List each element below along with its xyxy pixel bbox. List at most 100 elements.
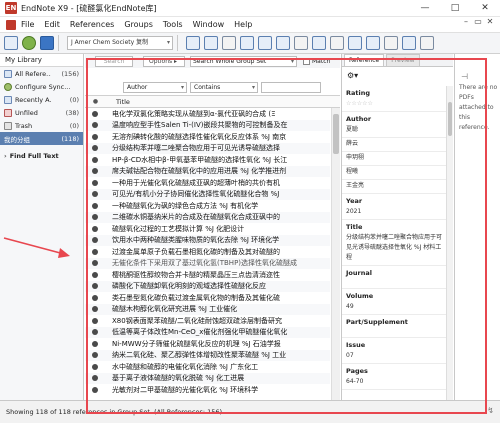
reference-panel-scrollbar[interactable] <box>446 86 453 400</box>
menu-references[interactable]: References <box>70 20 114 29</box>
read-status-dot-icon[interactable] <box>92 122 98 129</box>
sidebar-item-trash[interactable]: Trash (0) <box>0 119 83 132</box>
read-status-dot-icon[interactable] <box>92 375 98 382</box>
menu-window[interactable]: Window <box>193 20 225 29</box>
read-status-column-header[interactable]: ● <box>90 98 101 105</box>
read-status-dot-icon[interactable] <box>92 329 98 336</box>
read-status-dot-icon[interactable] <box>92 156 98 163</box>
field-value[interactable]: 薛云 <box>342 138 446 152</box>
search-field-select[interactable]: Author <box>123 81 187 93</box>
menu-groups[interactable]: Groups <box>124 20 153 29</box>
layout-toggle-icon[interactable]: ↯ <box>487 406 494 415</box>
sidebar-item-recently-added[interactable]: Recently A... (0) <box>0 93 83 106</box>
online-search-icon[interactable] <box>22 36 36 50</box>
new-reference-icon[interactable] <box>204 36 218 50</box>
read-status-dot-icon[interactable] <box>92 145 98 152</box>
reference-list-scrollbar[interactable] <box>331 108 340 400</box>
read-status-dot-icon[interactable] <box>92 283 98 290</box>
table-row[interactable]: 过渡金属单原子负载石墨相氮化碳的制备及其对硫醚的 <box>85 246 330 258</box>
integrated-library-icon[interactable] <box>40 36 54 50</box>
insert-citation-icon[interactable] <box>330 36 344 50</box>
search-term-input[interactable] <box>261 81 321 93</box>
new-group-icon[interactable] <box>186 36 200 50</box>
sidebar-item-all-references[interactable]: All Refere... (156) <box>0 67 83 80</box>
doc-minimize-button[interactable]: – <box>460 17 472 26</box>
field-value[interactable] <box>342 278 446 289</box>
table-row[interactable]: 低温等离子体改性Mn-CeO_x催化剂强化甲硫醚催化氧化 <box>85 326 330 338</box>
read-status-dot-icon[interactable] <box>92 260 98 267</box>
open-file-icon[interactable] <box>312 36 326 50</box>
read-status-dot-icon[interactable] <box>92 179 98 186</box>
table-row[interactable]: Ni-MWW分子筛催化硫醚氧化反应的机理 %J 石油学报 <box>85 338 330 350</box>
read-status-dot-icon[interactable] <box>92 317 98 324</box>
table-row[interactable]: X80钢表面聚苯硫醚/二氧化硅耐蚀超双疏涂层制备研究 <box>85 315 330 327</box>
local-library-icon[interactable] <box>4 36 18 50</box>
email-icon[interactable] <box>402 36 416 50</box>
read-status-dot-icon[interactable] <box>92 386 98 393</box>
read-status-dot-icon[interactable] <box>92 271 98 278</box>
read-status-dot-icon[interactable] <box>92 214 98 221</box>
output-style-select[interactable]: J Amer Chem Society 复制 <box>67 36 173 50</box>
table-row[interactable]: 硫醚氧化过程的工艺模拟计算 %J 化肥设计 <box>85 223 330 235</box>
open-link-icon[interactable] <box>294 36 308 50</box>
close-button[interactable]: ✕ <box>470 0 500 17</box>
doc-close-button[interactable]: ✕ <box>484 17 496 26</box>
sidebar-group-my-groups[interactable]: 我的分组 (118) <box>0 132 83 145</box>
search-operator-select[interactable]: Contains <box>190 81 258 93</box>
table-row[interactable]: 温度响应型手性Salen Ti-(IV)嵌段共聚物的可控制备及在 <box>85 119 330 131</box>
read-status-dot-icon[interactable] <box>92 352 98 359</box>
rating-stars-icon[interactable]: ☆☆☆☆☆ <box>342 98 446 112</box>
read-status-dot-icon[interactable] <box>92 237 98 244</box>
table-row[interactable]: 分级结构苯并噻二唑聚合物应用于可见光诱导硫醚选择 <box>85 142 330 154</box>
read-status-dot-icon[interactable] <box>92 340 98 347</box>
field-value[interactable] <box>342 327 446 338</box>
title-column-header[interactable]: Title <box>101 98 130 106</box>
search-scope-select[interactable]: Search Whole Group Set <box>190 55 297 67</box>
find-full-text-icon[interactable] <box>276 36 290 50</box>
sync-icon[interactable] <box>366 36 380 50</box>
tab-preview[interactable]: Preview <box>386 54 420 66</box>
doc-restore-button[interactable]: ▭ <box>472 17 484 26</box>
field-value[interactable]: 64-70 <box>342 376 446 390</box>
menu-file[interactable]: File <box>21 20 34 29</box>
sidebar-find-full-text[interactable]: › Find Full Text <box>0 149 83 162</box>
field-value[interactable]: 2021 <box>342 206 446 220</box>
menu-help[interactable]: Help <box>234 20 252 29</box>
help-icon[interactable] <box>420 36 434 50</box>
pin-icon[interactable]: ⊣ <box>461 72 500 81</box>
table-row[interactable]: 磷酸化下硫醚卸氧化明刻的观域选择性硫醚化反应 <box>85 280 330 292</box>
table-row[interactable]: 无催化条件下采用双了基过氧化氢(TBHP)选择性氧化硫醚成 <box>85 257 330 269</box>
reference-options-menu[interactable]: ⚙▾ <box>342 67 453 83</box>
sidebar-item-unfiled[interactable]: Unfiled (38) <box>0 106 83 119</box>
table-row[interactable]: 无溶剂碘转化酸的硫醚选择性催化氧化反应体系 %J 南京 <box>85 131 330 143</box>
field-value[interactable]: 王金亮 <box>342 180 446 194</box>
menu-edit[interactable]: Edit <box>44 20 60 29</box>
online-search-mode-icon[interactable] <box>222 36 236 50</box>
match-case-checkbox[interactable]: Match <box>303 57 330 65</box>
scrollbar-thumb[interactable] <box>333 114 339 154</box>
field-value[interactable]: 49 <box>342 301 446 315</box>
read-status-dot-icon[interactable] <box>92 294 98 301</box>
table-row[interactable]: 席夫碱钴配合物在硫醚氧化中的应用进展 %J 化学推进剂 <box>85 165 330 177</box>
table-row[interactable]: 纳米二氧化硅、聚乙醇弹性体增韧改性聚苯硫醚 %J 工业 <box>85 349 330 361</box>
read-status-dot-icon[interactable] <box>92 133 98 140</box>
table-row[interactable]: 基于离子液体硫醚的氧化脱硫 %J 化工进展 <box>85 372 330 384</box>
menu-tools[interactable]: Tools <box>163 20 183 29</box>
format-bibliography-icon[interactable] <box>348 36 362 50</box>
field-value[interactable]: 夏聪 <box>342 124 446 138</box>
sidebar-item-configure-sync[interactable]: Configure Sync... <box>0 80 83 93</box>
read-status-dot-icon[interactable] <box>92 202 98 209</box>
read-status-dot-icon[interactable] <box>92 110 98 117</box>
read-status-dot-icon[interactable] <box>92 248 98 255</box>
table-row[interactable]: 类石墨型氮化碳负载过渡金属氧化物的制备及其催化硫 <box>85 292 330 304</box>
table-row[interactable]: HP-β-CD水相中β-甲氧基苯甲硫醚的选择性氧化 %J 长江 <box>85 154 330 166</box>
field-value[interactable]: 申玥栩 <box>342 152 446 166</box>
read-status-dot-icon[interactable] <box>92 306 98 313</box>
read-status-dot-icon[interactable] <box>92 363 98 370</box>
search-button[interactable]: Search <box>95 55 133 67</box>
table-row[interactable]: 饮用水中两种硫醚类腥味物质的氧化去除 %J 环境化学 <box>85 234 330 246</box>
scrollbar-thumb[interactable] <box>448 102 452 136</box>
table-row[interactable]: 一种硫醚氧化为砜的绿色合成方法 %J 有机化学 <box>85 200 330 212</box>
table-row[interactable]: 可见光/有机小分子协同催化选择性氧化硫醚化合物 %J <box>85 188 330 200</box>
minimize-button[interactable]: — <box>410 0 440 17</box>
